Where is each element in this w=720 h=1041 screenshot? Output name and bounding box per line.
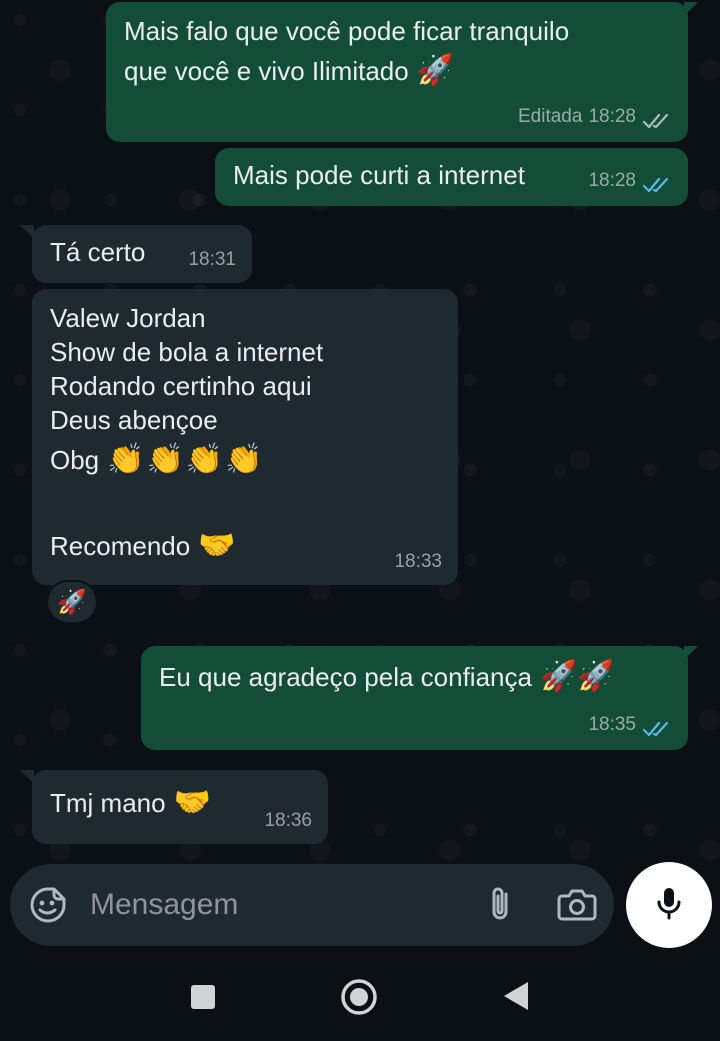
rocket-emoji: 🚀 <box>57 588 87 616</box>
message-text-line: Rodando certinho aqui <box>50 371 312 401</box>
message-bubble-outgoing[interactable]: Mais falo que você pode ficar tranquilo … <box>106 2 688 142</box>
camera-icon[interactable] <box>556 884 598 924</box>
double-check-icon <box>642 108 672 129</box>
message-text-line: Tmj mano <box>50 788 166 818</box>
bubble-tail <box>20 770 34 784</box>
message-bubble-incoming[interactable]: Valew Jordan Show de bola a internet Rod… <box>32 289 458 585</box>
message-text-line: Mais pode curti a internet <box>233 160 525 190</box>
message-meta: Editada 18:28 <box>518 100 672 134</box>
message-meta: 18:36 <box>264 804 312 838</box>
message-time: 18:28 <box>588 106 636 127</box>
message-meta: 18:33 <box>394 545 442 579</box>
message-text-line: Show de bola a internet <box>50 337 324 367</box>
message-reaction[interactable]: 🚀 <box>46 580 98 624</box>
system-navigation-bar <box>0 958 720 1041</box>
message-time: 18:35 <box>588 714 636 735</box>
message-time: 18:31 <box>188 249 236 270</box>
message-input[interactable]: Mensagem <box>90 888 238 922</box>
sticker-icon[interactable] <box>28 885 68 925</box>
message-bubble-incoming[interactable]: Tmj mano 🤝 18:36 <box>32 770 328 844</box>
double-check-icon <box>642 716 672 737</box>
message-text-line: Eu que agradeço pela confiança <box>159 662 532 692</box>
message-time: 18:28 <box>588 170 636 191</box>
home-icon[interactable] <box>340 978 378 1021</box>
message-bubble-outgoing[interactable]: Eu que agradeço pela confiança 🚀🚀 18:35 <box>141 646 688 750</box>
message-text-line: que você e vivo Ilimitado <box>124 56 409 86</box>
message-meta: 18:31 <box>188 243 236 277</box>
rocket-emoji: 🚀 <box>416 54 455 87</box>
message-text-line: Obg <box>50 445 100 475</box>
message-text-line: Tá certo <box>50 237 146 267</box>
message-time: 18:36 <box>264 810 312 831</box>
message-composer[interactable]: Mensagem <box>10 864 614 946</box>
message-time: 18:33 <box>394 551 442 572</box>
back-icon[interactable] <box>502 980 530 1017</box>
microphone-icon <box>649 883 689 928</box>
message-meta: 18:35 <box>588 708 672 742</box>
bubble-tail <box>684 2 698 16</box>
message-text-line: Deus abençoe <box>50 405 218 435</box>
message-text-line: Recomendo <box>50 531 191 561</box>
message-meta: 18:28 <box>588 164 672 198</box>
microphone-button[interactable] <box>626 862 712 948</box>
message-bubble-incoming[interactable]: Tá certo 18:31 <box>32 225 252 283</box>
message-bubble-outgoing[interactable]: Mais pode curti a internet 18:28 <box>215 148 688 206</box>
message-text-line: Valew Jordan <box>50 303 206 333</box>
handshake-emoji: 🤝 <box>198 529 236 562</box>
rocket-emoji: 🚀🚀 <box>539 660 615 693</box>
double-check-icon <box>642 172 672 193</box>
edited-label: Editada <box>518 106 583 127</box>
clapping-hands-emoji: 👏👏👏👏 <box>107 443 265 476</box>
bubble-tail <box>20 225 34 239</box>
bubble-tail <box>684 646 698 660</box>
paperclip-icon[interactable] <box>480 884 520 924</box>
handshake-emoji: 🤝 <box>173 786 211 819</box>
message-text-line: Mais falo que você pode ficar tranquilo <box>124 16 570 46</box>
recents-icon[interactable] <box>190 984 216 1015</box>
